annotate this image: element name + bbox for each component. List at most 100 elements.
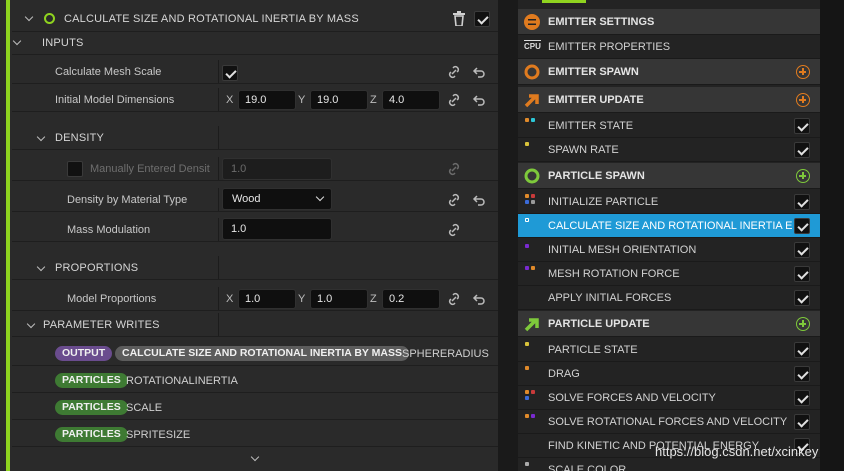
mesh-rotation-force-label: MESH ROTATION FORCE [548,268,680,280]
density-caret-icon[interactable] [36,134,46,144]
emitter-spawn-label: EMITTER SPAWN [548,66,639,78]
emitter-properties-label: EMITTER PROPERTIES [548,41,671,53]
module-header[interactable]: CALCULATE SIZE AND ROTATIONAL INERTIA BY… [12,6,498,32]
module-enabled-checkbox[interactable] [794,142,810,158]
initial-mesh-orientation-item[interactable]: INITIAL MESH ORIENTATION [518,238,820,262]
module-enabled-checkbox[interactable] [794,242,810,258]
proportions-caret-icon[interactable] [36,264,46,274]
density-header[interactable]: DENSITY [12,126,498,150]
particle-state-label: PARTICLE STATE [548,344,638,356]
link-icon[interactable] [447,292,461,306]
dims-y-input[interactable]: 19.0 [310,90,368,110]
mass-modulation-input[interactable]: 1.0 [222,218,332,240]
link-icon[interactable] [447,162,461,176]
proportions-header[interactable]: PROPORTIONS [12,256,498,280]
module-enabled-checkbox[interactable] [794,366,810,382]
module-enabled-checkbox[interactable] [794,390,810,406]
particle-state-item[interactable]: PARTICLE STATE [518,338,820,362]
particle-spawn-section[interactable]: PARTICLE SPAWN [518,163,820,189]
props-y-input[interactable]: 1.0 [310,289,368,309]
reset-icon[interactable] [472,65,486,79]
spawn-rate-label: SPAWN RATE [548,144,619,156]
scale-color-label: SCALE COLOR [548,464,627,471]
add-module-icon[interactable] [796,93,810,107]
emitter-update-section[interactable]: EMITTER UPDATE [518,87,820,113]
module-name-tag: CALCULATE SIZE AND ROTATIONAL INERTIA BY… [115,346,409,361]
param-write-row: OUTPUT CALCULATE SIZE AND ROTATIONAL INE… [12,342,498,366]
emitter-settings-label: EMITTER SETTINGS [548,16,655,28]
system-overview-stack: EMITTER SETTINGS CPU EMITTER PROPERTIES … [518,0,820,471]
param-write-row: PARTICLES ROTATIONALINERTIA [12,369,498,393]
initial-dims-vector: X 19.0 Y 19.0 Z 4.0 [226,90,442,110]
solve-forces-item[interactable]: SOLVE FORCES AND VELOCITY [518,386,820,410]
module-enabled-checkbox[interactable] [794,194,810,210]
reset-icon[interactable] [472,93,486,107]
panel-splitter[interactable] [498,0,518,471]
add-module-icon[interactable] [796,169,810,183]
props-x-input[interactable]: 1.0 [238,289,296,309]
scale-color-item[interactable]: SCALE COLOR [518,458,820,471]
emitter-spawn-section[interactable]: EMITTER SPAWN [518,59,820,85]
manual-density-input[interactable]: 1.0 [222,158,332,180]
calc-mesh-scale-row: Calculate Mesh Scale [12,60,498,84]
particle-update-icon [524,316,540,332]
expand-more-icon[interactable] [250,454,260,464]
link-icon[interactable] [447,65,461,79]
emitter-state-item[interactable]: EMITTER STATE [518,114,820,138]
initialize-particle-item[interactable]: INITIALIZE PARTICLE [518,190,820,214]
param-name: SCALE [126,402,163,414]
inputs-caret-icon[interactable] [12,38,22,48]
reset-icon[interactable] [472,292,486,306]
parameter-writes-caret-icon[interactable] [26,321,36,331]
cpu-icon: CPU [524,40,541,51]
solve-forces-label: SOLVE FORCES AND VELOCITY [548,392,716,404]
spawn-rate-item[interactable]: SPAWN RATE [518,138,820,162]
module-tags-icon [525,242,539,252]
initial-dims-label: Initial Model Dimensions [55,94,175,106]
trash-icon[interactable] [452,11,466,27]
reset-icon[interactable] [472,193,486,207]
calc-mesh-scale-label: Calculate Mesh Scale [55,66,162,78]
collapse-caret-icon[interactable] [24,14,34,24]
add-module-icon[interactable] [796,65,810,79]
material-dropdown[interactable]: Wood [222,188,332,210]
add-module-icon[interactable] [796,317,810,331]
column-divider [218,256,219,279]
x-axis-label: X [226,94,234,106]
drag-item[interactable]: DRAG [518,362,820,386]
x-axis-label: X [226,293,234,305]
link-icon[interactable] [447,193,461,207]
parameter-writes-header[interactable]: PARAMETER WRITES [12,313,498,337]
material-density-label: Density by Material Type [67,194,188,206]
solve-rotational-label: SOLVE ROTATIONAL FORCES AND VELOCITY [548,416,788,428]
inputs-header[interactable]: INPUTS [12,31,498,55]
material-dropdown-value: Wood [232,193,261,205]
param-name: SPHERERADIUS [402,348,489,360]
dims-x-input[interactable]: 19.0 [238,90,296,110]
calc-size-item-selected[interactable]: CALCULATE SIZE AND ROTATIONAL INERTIA E [518,214,820,238]
emitter-state-label: EMITTER STATE [548,120,634,132]
solve-rotational-item[interactable]: SOLVE ROTATIONAL FORCES AND VELOCITY [518,410,820,434]
proportions-label: PROPORTIONS [55,262,139,274]
parameter-writes-label: PARAMETER WRITES [43,319,160,331]
module-enabled-checkbox[interactable] [794,218,810,234]
props-z-input[interactable]: 0.2 [382,289,440,309]
emitter-settings-section[interactable]: EMITTER SETTINGS [518,9,820,35]
module-enabled-checkbox[interactable] [794,342,810,358]
output-tag: OUTPUT [55,346,113,361]
calc-mesh-scale-checkbox[interactable] [222,65,238,81]
module-enabled-checkbox[interactable] [794,290,810,306]
apply-initial-forces-item[interactable]: APPLY INITIAL FORCES [518,286,820,310]
mesh-rotation-force-item[interactable]: MESH ROTATION FORCE [518,262,820,286]
module-enabled-checkbox[interactable] [794,414,810,430]
dims-z-input[interactable]: 4.0 [382,90,440,110]
module-enabled-checkbox[interactable] [794,118,810,134]
manual-density-checkbox[interactable] [67,161,83,177]
link-icon[interactable] [447,223,461,237]
module-enabled-checkbox[interactable] [474,11,490,27]
module-enabled-checkbox[interactable] [794,266,810,282]
emitter-properties-item[interactable]: CPU EMITTER PROPERTIES [518,35,820,59]
particle-update-section[interactable]: PARTICLE UPDATE [518,311,820,337]
link-icon[interactable] [447,93,461,107]
y-axis-label: Y [298,293,306,305]
